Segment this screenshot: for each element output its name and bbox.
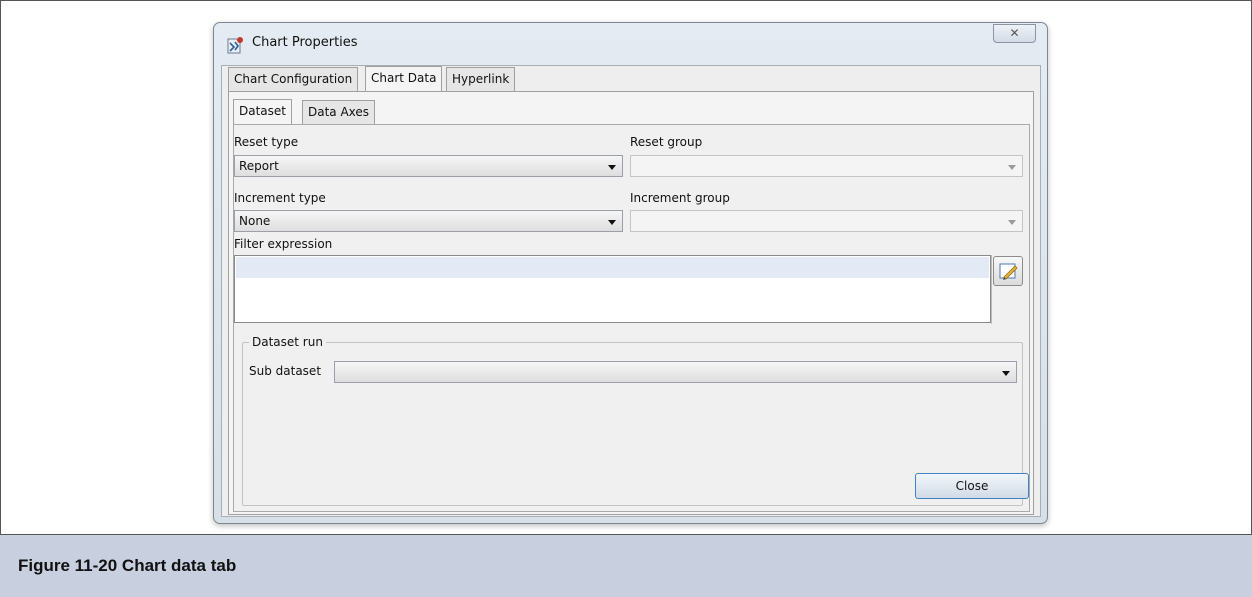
- edit-expression-button[interactable]: [993, 256, 1023, 286]
- dialog-title: Chart Properties: [252, 35, 358, 50]
- chevron-down-icon: [1008, 165, 1016, 170]
- sub-dataset-label: Sub dataset: [249, 364, 322, 378]
- filter-expression-label: Filter expression: [234, 237, 333, 251]
- figure-caption: Figure 11-20 Chart data tab: [18, 556, 237, 575]
- dataset-panel: Reset type Report Reset group Increment …: [233, 124, 1030, 512]
- chevron-down-icon: [1008, 220, 1016, 225]
- increment-group-select[interactable]: [630, 210, 1023, 232]
- chart-properties-dialog: Chart Properties ✕ Chart Configuration C…: [213, 22, 1048, 524]
- title-bar[interactable]: Chart Properties ✕: [214, 23, 1047, 65]
- current-line-highlight: [236, 257, 989, 278]
- dialog-client-area: Chart Configuration Chart Data Hyperlink…: [221, 65, 1041, 517]
- chevron-down-icon: [608, 165, 616, 170]
- filter-expression-input[interactable]: [234, 255, 991, 323]
- increment-group-label: Increment group: [630, 191, 730, 205]
- edit-expression-icon: [999, 263, 1018, 280]
- reset-group-label: Reset group: [630, 135, 703, 149]
- tab-chart-configuration[interactable]: Chart Configuration: [228, 67, 359, 91]
- tab-hyperlink[interactable]: Hyperlink: [446, 67, 516, 91]
- increment-type-select[interactable]: None: [234, 210, 623, 232]
- figure-caption-bar: Figure 11-20 Chart data tab: [0, 534, 1252, 597]
- subtab-data-axes[interactable]: Data Axes: [302, 100, 376, 124]
- jasper-report-icon: [227, 37, 243, 54]
- reset-group-select[interactable]: [630, 155, 1023, 177]
- window-close-button[interactable]: ✕: [993, 24, 1036, 43]
- dataset-run-legend: Dataset run: [249, 335, 326, 349]
- tab-chart-data[interactable]: Chart Data: [365, 66, 443, 91]
- increment-type-label: Increment type: [234, 191, 326, 205]
- chevron-down-icon: [608, 220, 616, 225]
- sub-dataset-select[interactable]: [334, 361, 1017, 383]
- close-button[interactable]: Close: [915, 473, 1029, 499]
- dataset-run-group: Dataset run Sub dataset: [242, 335, 1023, 506]
- increment-type-value: None: [239, 214, 271, 228]
- reset-type-select[interactable]: Report: [234, 155, 623, 177]
- chevron-down-icon: [1002, 371, 1010, 376]
- reset-type-value: Report: [239, 159, 279, 173]
- subtab-dataset[interactable]: Dataset: [233, 99, 292, 124]
- chart-data-panel: Dataset Data Axes Reset type Report Rese…: [228, 91, 1034, 515]
- reset-type-label: Reset type: [234, 135, 299, 149]
